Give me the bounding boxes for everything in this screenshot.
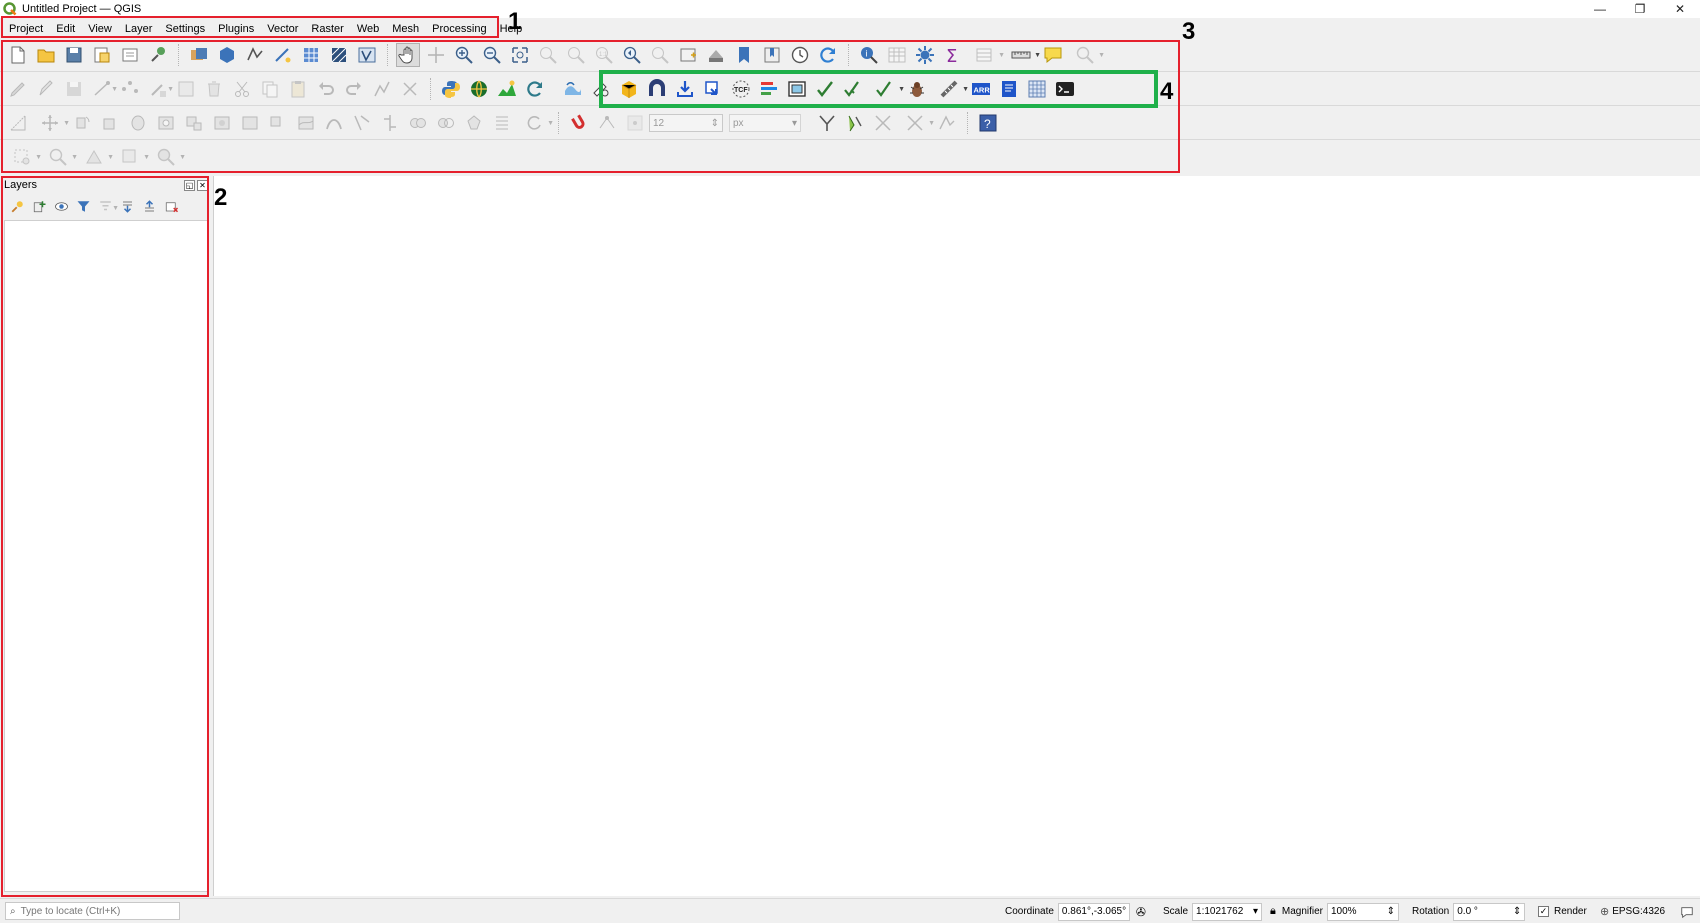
coordinate-section: Coordinate 0.861°,-3.065° ✇ bbox=[1005, 899, 1146, 923]
locator-search-input[interactable]: ⌕ Type to locate (Ctrl+K) bbox=[5, 902, 180, 920]
annotation-label-1: 1 bbox=[508, 8, 522, 35]
lock-scale-icon[interactable]: 🔒︎ bbox=[1270, 905, 1276, 918]
magnifier-label: Magnifier bbox=[1281, 906, 1323, 917]
search-icon: ⌕ bbox=[10, 905, 16, 917]
qgis-logo-icon bbox=[3, 2, 17, 16]
close-button[interactable]: ✕ bbox=[1660, 0, 1700, 18]
annotation-label-4: 4 bbox=[1160, 78, 1174, 105]
rotation-label: Rotation bbox=[1412, 906, 1450, 917]
scale-section: Scale 1:1021762 ▾ bbox=[1163, 899, 1263, 923]
rotation-spinbox[interactable]: 0.0 ° ⇕ bbox=[1453, 902, 1526, 921]
annotation-label-3: 3 bbox=[1182, 18, 1196, 45]
annotation-box-layers bbox=[1, 176, 209, 897]
render-label: Render bbox=[1554, 906, 1587, 917]
minimize-button[interactable]: — bbox=[1580, 0, 1620, 18]
spin-arrows-icon: ⇕ bbox=[1386, 906, 1395, 917]
rotation-value: 0.0 ° bbox=[1457, 906, 1478, 917]
scale-value: 1:1021762 bbox=[1196, 906, 1244, 917]
crs-section[interactable]: ⊕ EPSG:4326 bbox=[1600, 899, 1665, 923]
coordinate-label: Coordinate bbox=[1005, 906, 1054, 917]
magnifier-value: 100% bbox=[1331, 906, 1357, 917]
qgis-window: Untitled Project — QGIS — ❐ ✕ Project Ed… bbox=[0, 0, 1700, 923]
annotation-label-2: 2 bbox=[214, 184, 228, 211]
annotation-box-plugin-toolbar bbox=[599, 70, 1158, 108]
restore-button[interactable]: ❐ bbox=[1620, 0, 1660, 18]
window-title: Untitled Project — QGIS bbox=[22, 3, 142, 15]
scale-label: Scale bbox=[1163, 906, 1189, 917]
locator-placeholder: Type to locate (Ctrl+K) bbox=[20, 905, 121, 917]
toggle-extents-icon[interactable]: ✇ bbox=[1136, 905, 1146, 919]
crs-label: EPSG:4326 bbox=[1612, 906, 1666, 917]
scale-combo[interactable]: 1:1021762 ▾ bbox=[1192, 902, 1263, 921]
render-section: ✓ Render bbox=[1538, 899, 1587, 923]
spin-arrows-icon: ⇕ bbox=[1512, 906, 1522, 917]
render-checkbox[interactable]: ✓ bbox=[1538, 906, 1549, 917]
messages-icon[interactable] bbox=[1680, 899, 1694, 923]
map-canvas[interactable] bbox=[213, 176, 1700, 896]
status-bar: ⌕ Type to locate (Ctrl+K) Coordinate 0.8… bbox=[0, 898, 1700, 923]
globe-icon: ⊕ bbox=[1600, 906, 1610, 918]
magnifier-section: 🔒︎ Magnifier 100% ⇕ bbox=[1270, 899, 1399, 923]
rotation-section: Rotation 0.0 ° ⇕ bbox=[1412, 899, 1526, 923]
chevron-down-icon: ▾ bbox=[1252, 906, 1259, 917]
annotation-box-menubar bbox=[1, 16, 499, 38]
magnifier-spinbox[interactable]: 100% ⇕ bbox=[1327, 902, 1399, 921]
coordinate-field[interactable]: 0.861°,-3.065° bbox=[1057, 902, 1130, 921]
